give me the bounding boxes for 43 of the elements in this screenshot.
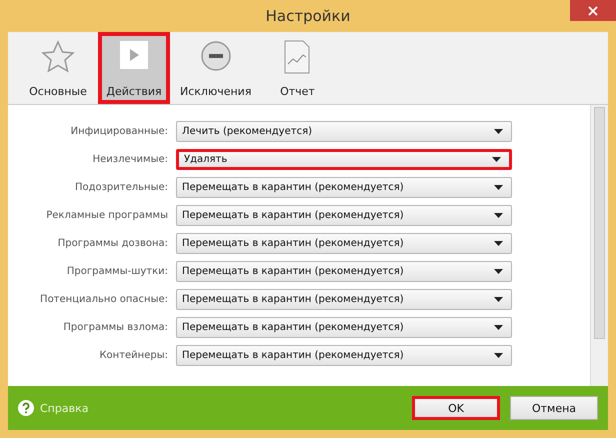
- action-dropdown[interactable]: Перемещать в карантин (рекомендуется): [176, 345, 512, 366]
- play-icon: [119, 40, 149, 70]
- field-label: Программы дозвона:: [56, 238, 168, 249]
- dropdown-caret-icon: [494, 213, 503, 218]
- dropdown-caret-icon: [494, 297, 503, 302]
- field-label: Инфицированные:: [70, 126, 168, 137]
- toolbar-tab[interactable]: Отчет: [261, 32, 334, 104]
- field-label: Программы взлома:: [62, 322, 168, 333]
- dropdown-caret-icon: [494, 353, 503, 358]
- action-dropdown[interactable]: Перемещать в карантин (рекомендуется): [176, 177, 512, 198]
- action-dropdown[interactable]: Перемещать в карантин (рекомендуется): [176, 317, 512, 338]
- action-dropdown[interactable]: Перемещать в карантин (рекомендуется): [176, 289, 512, 310]
- field-label: Контейнеры:: [98, 350, 168, 361]
- dropdown-caret-icon: [494, 241, 503, 246]
- field-label: Рекламные программы: [45, 210, 168, 221]
- action-dropdown[interactable]: Удалять: [176, 149, 512, 170]
- dialog-button[interactable]: OK: [412, 396, 500, 420]
- dropdown-caret-icon: [494, 185, 503, 190]
- scrollbar[interactable]: [590, 105, 608, 386]
- field-label: Программы-шутки:: [66, 266, 168, 277]
- help-icon: [18, 400, 34, 416]
- action-dropdown[interactable]: Перемещать в карантин (рекомендуется): [176, 233, 512, 254]
- toolbar-tab[interactable]: Основные: [22, 32, 94, 104]
- action-dropdown[interactable]: Перемещать в карантин (рекомендуется): [176, 261, 512, 282]
- field-label: Неизлечимые:: [92, 154, 168, 165]
- report-chart-icon: [284, 40, 310, 74]
- toolbar-tab[interactable]: Исключения: [174, 32, 258, 104]
- field-label: Потенциально опасные:: [39, 294, 168, 305]
- field-label: Подозрительные:: [74, 182, 168, 193]
- dropdown-caret-icon: [494, 269, 503, 274]
- action-dropdown[interactable]: Лечить (рекомендуется): [176, 121, 512, 142]
- dialog-button[interactable]: Отмена: [510, 396, 598, 420]
- action-dropdown[interactable]: Перемещать в карантин (рекомендуется): [176, 205, 512, 226]
- close-button[interactable]: [570, 0, 616, 21]
- scrollbar-thumb[interactable]: [594, 107, 605, 339]
- close-icon: [588, 6, 598, 16]
- dropdown-caret-icon: [492, 157, 501, 162]
- window-title: Настройки: [266, 7, 350, 25]
- toolbar-tab[interactable]: Действия: [98, 32, 170, 104]
- star-icon: [41, 40, 75, 74]
- minus-circle-icon: [200, 40, 232, 72]
- dropdown-caret-icon: [494, 129, 503, 134]
- dropdown-caret-icon: [494, 325, 503, 330]
